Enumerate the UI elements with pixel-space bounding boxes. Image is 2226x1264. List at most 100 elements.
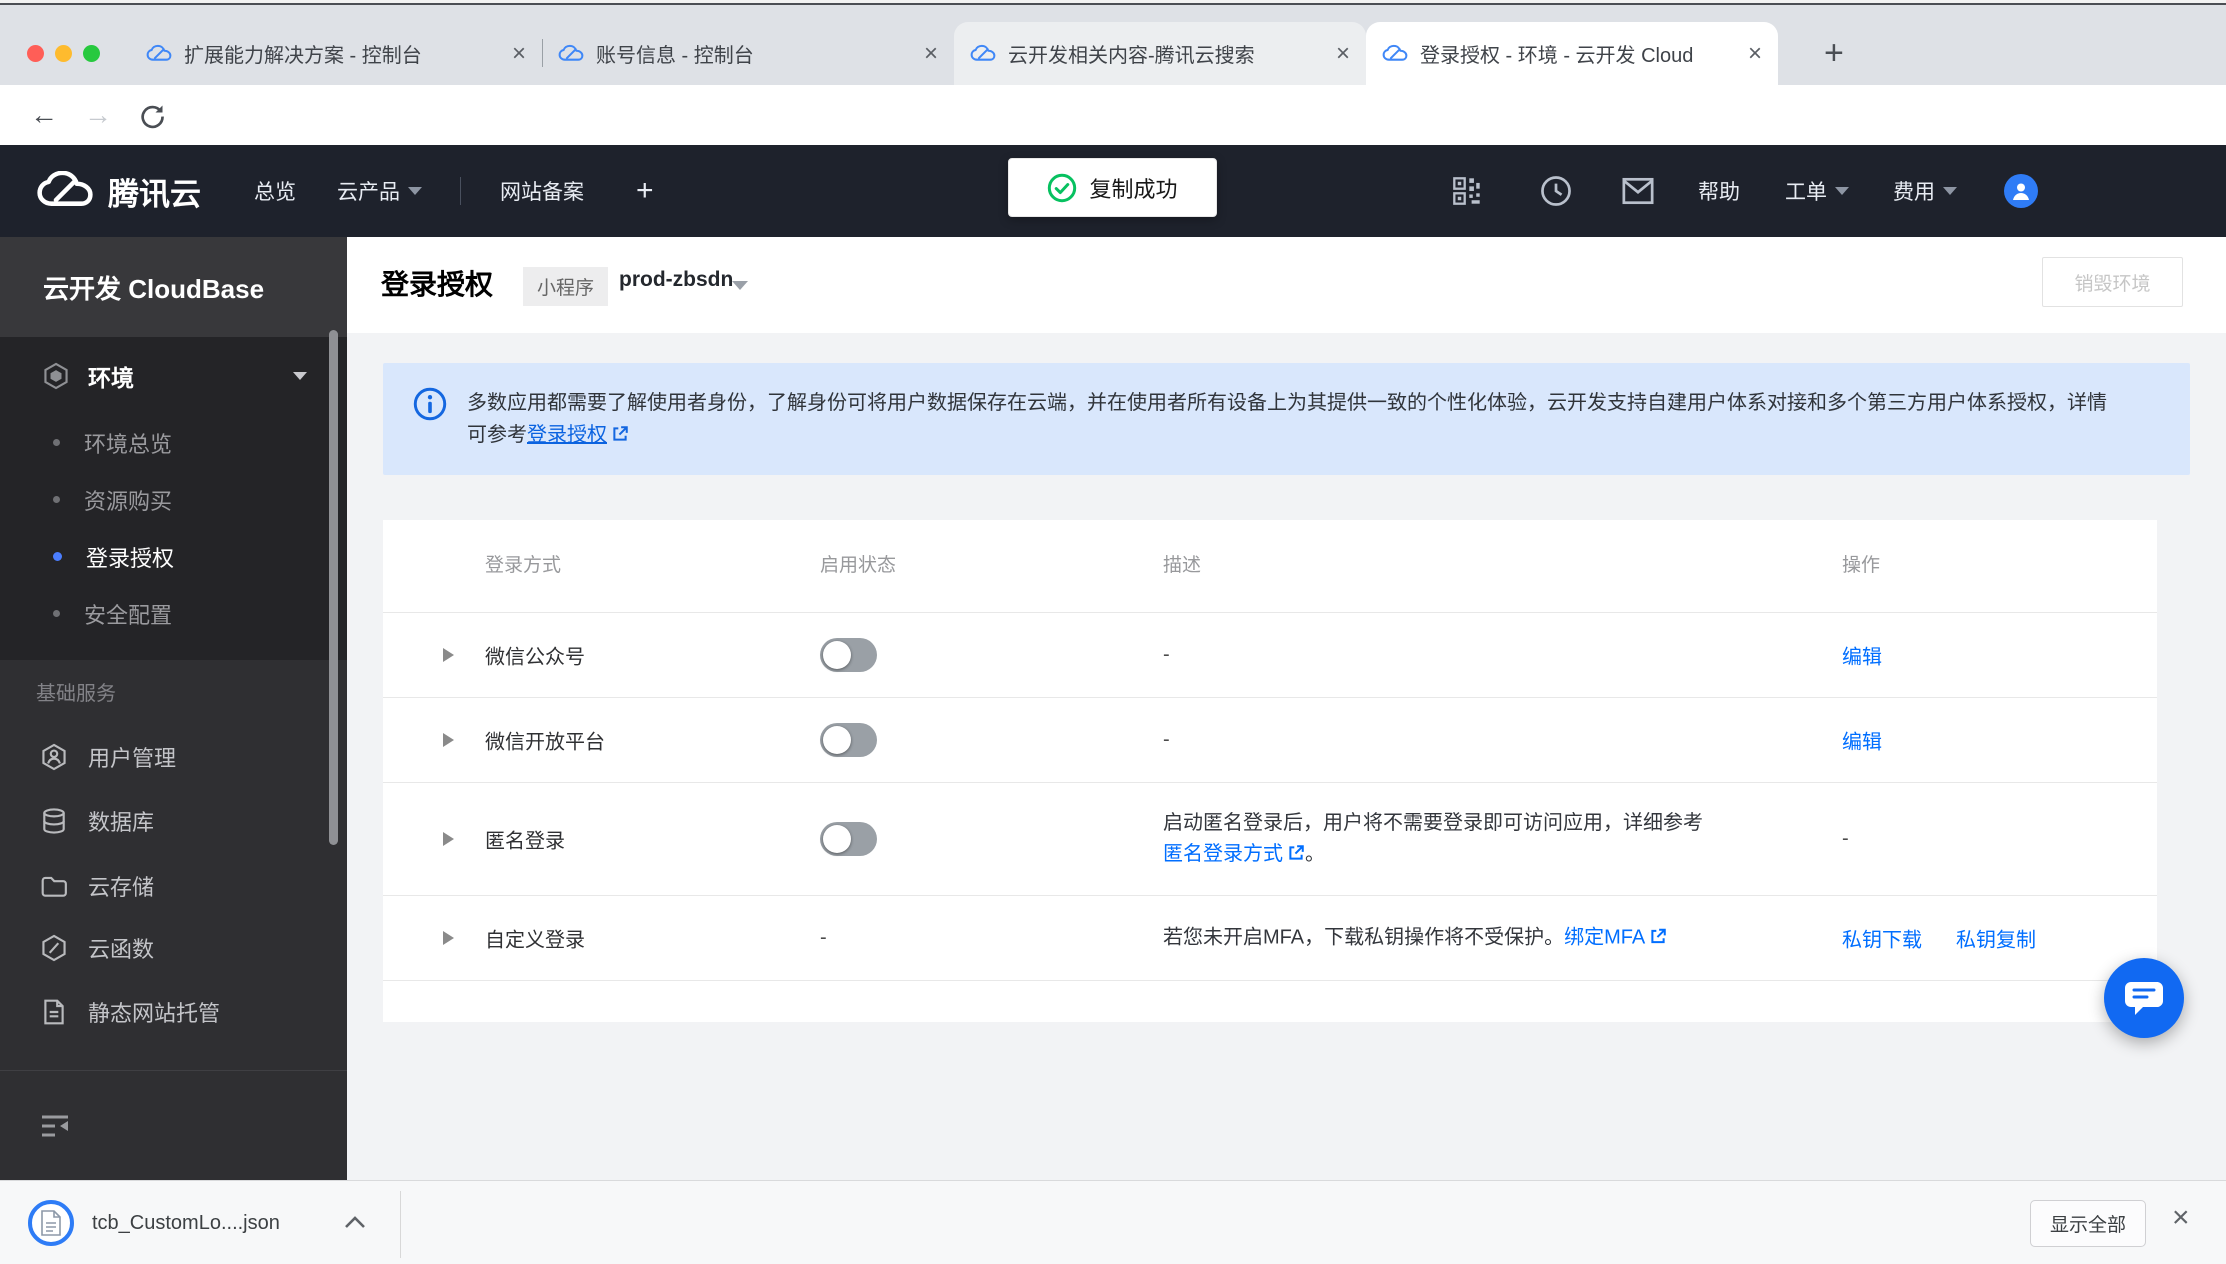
nav-divider [460,177,461,205]
close-tab-icon[interactable]: × [1336,41,1350,66]
sidebar-item-security-config[interactable]: 安全配置 [0,585,347,642]
banner-text: 多数应用都需要了解使用者身份，了解身份可将用户数据保存在云端，并在使用者所有设备… [467,387,2107,451]
history-clock-icon[interactable] [1540,145,1572,237]
close-shelf-icon[interactable]: × [2172,1203,2190,1233]
destroy-env-button[interactable]: 销毁环境 [2042,257,2183,307]
database-icon [43,808,65,834]
chevron-down-icon [408,187,422,195]
tencent-cloud-favicon [146,44,172,61]
nav-products[interactable]: 云产品 [337,145,422,237]
download-progress-ring [28,1200,74,1246]
bullet-dot [53,610,60,617]
private-key-copy-link[interactable]: 私钥复制 [1956,924,2036,953]
toggle-off-switch[interactable] [820,822,877,856]
reload-button[interactable] [138,102,166,130]
mail-icon[interactable] [1622,145,1654,237]
col-actions: 操作 [1842,555,1881,576]
tab-account-info[interactable]: 账号信息 - 控制台 × [542,22,954,85]
row-desc-dash: - [1163,728,1170,751]
close-tab-icon[interactable]: × [512,41,526,66]
sidebar-section-basic-services: 基础服务 [36,683,116,705]
folder-icon [41,876,67,897]
external-link-icon[interactable] [611,425,629,443]
sidebar-item-user-management[interactable]: 用户管理 [0,725,347,789]
window-top-edge [0,0,2226,5]
copy-success-toast: 复制成功 [1008,158,1217,217]
qr-code-icon[interactable] [1452,145,1482,237]
desc-text: 启动匿名登录后，用户将不需要登录即可访问应用，详细参考 [1163,812,1703,834]
edit-link[interactable]: 编辑 [1842,641,1882,670]
hexagon-env-icon [44,362,68,389]
private-key-download-link[interactable]: 私钥下载 [1842,924,1922,953]
nav-icp-filing[interactable]: 网站备案 [500,145,584,237]
tencent-cloud-logo-icon [37,171,93,206]
sidebar-item-login-auth[interactable]: 登录授权 [0,528,347,585]
login-methods-table: 登录方式 启用状态 描述 操作 微信公众号 - 编辑 微信开放平台 - 编辑 匿… [383,520,2157,1022]
page-header: 登录授权 小程序 prod-zbsdn 销毁环境 [347,237,2226,333]
chevron-down-icon[interactable] [732,281,748,290]
sidebar-item-cloud-functions[interactable]: 云函数 [0,916,347,980]
sidebar-item-static-hosting[interactable]: 静态网站托管 [0,980,347,1044]
bind-mfa-link[interactable]: 绑定MFA [1564,927,1645,949]
tab-cloudbase-search[interactable]: 云开发相关内容-腾讯云搜索 × [954,22,1366,85]
sidebar-item-database[interactable]: 数据库 [0,789,347,853]
bullet-dot [53,496,60,503]
nav-add-button[interactable]: + [636,145,654,237]
brand-text: 腾讯云 [108,176,201,212]
back-button[interactable]: ← [30,99,58,131]
collapse-sidebar-icon[interactable] [40,1113,70,1139]
new-tab-button[interactable]: + [1824,36,1844,70]
external-link-icon[interactable] [1649,928,1667,946]
sidebar-item-cloud-storage[interactable]: 云存储 [0,854,347,918]
expand-row-icon[interactable] [443,832,454,846]
zoom-window-button[interactable] [83,45,100,62]
download-filename[interactable]: tcb_CustomLo....json [92,1181,280,1264]
show-all-downloads-button[interactable]: 显示全部 [2030,1200,2146,1247]
row-description: 若您未开启MFA，下载私钥操作将不受保护。绑定MFA [1163,923,1883,954]
nav-ticket[interactable]: 工单 [1785,145,1849,237]
support-chat-button[interactable] [2104,958,2184,1038]
chevron-down-icon [293,371,307,380]
desc-suffix: 。 [1305,843,1325,865]
desc-text: 若您未开启MFA，下载私钥操作将不受保护。 [1163,926,1565,949]
check-circle-icon [1048,173,1077,202]
minimize-window-button[interactable] [55,45,72,62]
toggle-off-switch[interactable] [820,723,877,757]
row-name: 匿名登录 [485,830,565,853]
env-id-selector[interactable]: prod-zbsdn [619,268,733,292]
tab-title: 账号信息 - 控制台 [596,45,754,67]
chevron-up-icon[interactable] [344,1215,366,1229]
nav-help[interactable]: 帮助 [1698,145,1740,237]
col-login-method: 登录方式 [485,555,562,576]
tab-title: 登录授权 - 环境 - 云开发 Cloud [1420,45,1694,67]
chevron-down-icon [1835,187,1849,195]
user-management-icon [42,743,66,771]
forward-button[interactable]: → [84,99,112,131]
close-tab-icon[interactable]: × [1748,41,1762,66]
tab-extension-solutions[interactable]: 扩展能力解决方案 - 控制台 × [130,22,542,85]
sidebar-group-environment[interactable]: 环境 [0,337,347,414]
info-banner: 多数应用都需要了解使用者身份，了解身份可将用户数据保存在云端，并在使用者所有设备… [383,363,2190,475]
expand-row-icon[interactable] [443,931,454,945]
tencent-cloud-logo[interactable]: 腾讯云 [36,145,201,237]
chevron-down-icon [1943,187,1957,195]
tab-login-auth-active[interactable]: 登录授权 - 环境 - 云开发 Cloud × [1366,22,1778,85]
table-row-wechat-open: 微信开放平台 - 编辑 [383,698,2157,782]
edit-link[interactable]: 编辑 [1842,726,1882,755]
nav-billing[interactable]: 费用 [1893,145,1957,237]
tab-title: 扩展能力解决方案 - 控制台 [184,45,422,67]
nav-overview[interactable]: 总览 [254,145,296,237]
sidebar-item-env-overview[interactable]: 环境总览 [0,414,347,471]
sidebar-item-resource-purchase[interactable]: 资源购买 [0,471,347,528]
expand-row-icon[interactable] [443,648,454,662]
account-avatar[interactable] [2004,174,2038,208]
close-tab-icon[interactable]: × [924,41,938,66]
banner-login-auth-link[interactable]: 登录授权 [527,424,607,446]
sidebar-scrollbar[interactable] [329,330,338,845]
toggle-off-switch[interactable] [820,638,877,672]
close-window-button[interactable] [27,45,44,62]
external-link-icon[interactable] [1287,844,1305,862]
tab-title: 云开发相关内容-腾讯云搜索 [1008,45,1255,67]
expand-row-icon[interactable] [443,733,454,747]
anonymous-login-doc-link[interactable]: 匿名登录方式 [1163,843,1283,865]
